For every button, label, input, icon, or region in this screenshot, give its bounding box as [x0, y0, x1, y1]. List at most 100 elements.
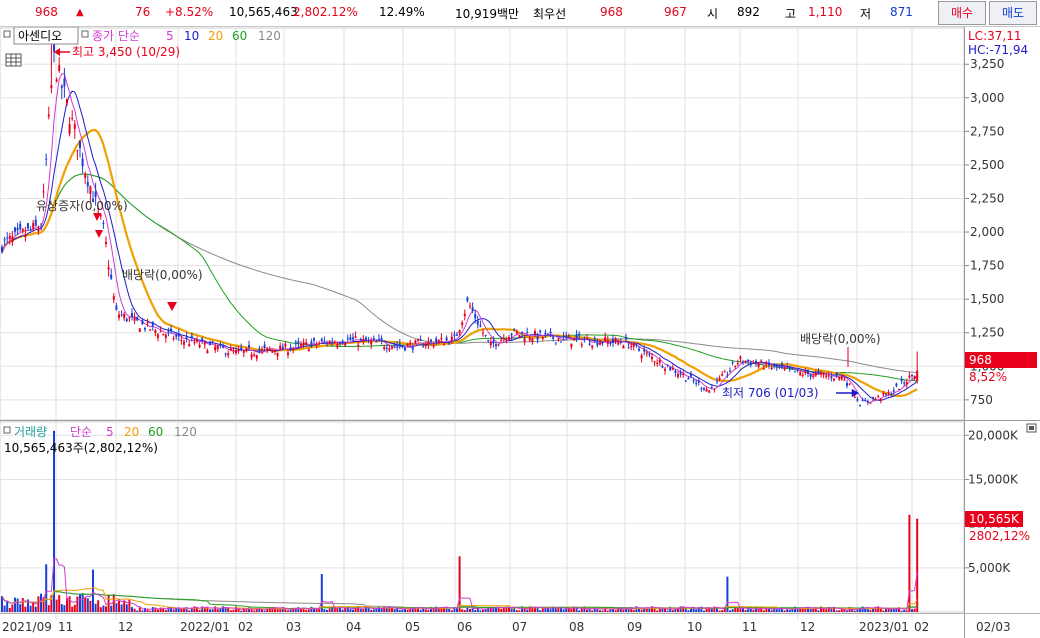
volume-bar — [560, 608, 562, 612]
volume-bar — [656, 610, 659, 612]
candle-body — [864, 399, 867, 401]
volume-bar — [58, 595, 61, 612]
candle-body — [840, 376, 843, 380]
candle-body — [167, 329, 170, 332]
low-price: 871 — [890, 5, 913, 19]
candle-body — [814, 373, 817, 376]
volume-bar — [788, 609, 791, 612]
candle-body — [469, 305, 471, 307]
candle-body — [94, 191, 97, 198]
candle-body — [276, 352, 279, 357]
candle-body — [300, 344, 302, 347]
volume-bar — [479, 610, 482, 612]
candle-body — [357, 344, 360, 347]
x-tick-label: 05 — [405, 620, 420, 634]
min-price-label: 최저 706 (01/03) — [722, 386, 819, 400]
candle-body — [606, 340, 609, 345]
buy-button[interactable]: 매수 — [938, 1, 986, 25]
candle-body — [89, 186, 92, 194]
candle-body — [196, 339, 198, 342]
volume-bar — [34, 606, 37, 612]
candle-body — [367, 339, 370, 341]
candle-body — [76, 149, 79, 151]
volume-bar — [492, 608, 495, 612]
x-tick-label: 03 — [286, 620, 301, 634]
volume-bar — [68, 596, 71, 612]
volume-bar — [110, 605, 113, 612]
candle-body — [19, 223, 22, 230]
volume-bar — [177, 608, 180, 612]
ma20-legend: 20 — [208, 29, 223, 43]
candle-body — [908, 375, 911, 378]
candle-body — [859, 405, 861, 407]
volume-bar — [840, 609, 843, 612]
volume-legend-prefix: 단순 — [70, 425, 92, 439]
candle-body — [294, 342, 297, 344]
candle-body — [528, 337, 531, 341]
candle-body — [848, 383, 851, 385]
candle-body — [632, 342, 635, 347]
grid-table-icon[interactable] — [5, 53, 22, 67]
volume-bar — [216, 609, 219, 612]
candle-body — [219, 344, 222, 346]
volume-bar — [586, 609, 588, 612]
candle-body — [695, 382, 698, 384]
volume-bar — [79, 594, 81, 612]
volume-bar — [614, 610, 617, 612]
candle-body — [684, 380, 687, 382]
candle-body — [648, 354, 651, 356]
volume-bar — [570, 608, 573, 612]
candle-body — [224, 353, 227, 355]
volume-bar — [687, 610, 690, 612]
best-bid: 967 — [664, 5, 687, 19]
volume-bar — [214, 606, 217, 612]
open-price: 892 — [737, 5, 760, 19]
candle-body — [742, 361, 744, 363]
volume-bar — [775, 609, 778, 612]
candle-body — [697, 380, 700, 383]
volume-bar — [60, 604, 63, 612]
candle-body — [42, 191, 45, 193]
candle-body — [799, 372, 802, 376]
volume-bar — [718, 610, 721, 612]
candle-body — [331, 341, 334, 343]
candle-body — [456, 334, 458, 336]
volume-bar — [450, 610, 453, 612]
candle-body — [427, 341, 430, 345]
candle-body — [313, 338, 315, 341]
candle-body — [141, 320, 144, 325]
volume-bar — [578, 610, 581, 612]
candle-body — [846, 383, 848, 386]
candle-body — [107, 267, 110, 270]
volume-bar — [14, 597, 16, 612]
candle-body — [573, 338, 575, 341]
candle-body — [833, 378, 835, 381]
candle-body — [812, 375, 815, 378]
candle-body — [822, 373, 825, 376]
volume-bar — [47, 605, 50, 612]
candle-body — [552, 336, 555, 339]
candle-body — [237, 349, 240, 351]
candle-body — [284, 344, 287, 347]
candle-body — [448, 343, 451, 345]
candle-body — [354, 336, 357, 338]
candle-body — [521, 331, 523, 333]
volume-bar — [253, 610, 256, 612]
candle-body — [258, 348, 261, 352]
sell-button[interactable]: 매도 — [989, 1, 1037, 25]
candle-body — [370, 340, 373, 345]
volume-bar — [427, 609, 430, 612]
volume-bar — [757, 608, 760, 612]
candle-body — [677, 374, 679, 378]
x-tick-label: 06 — [457, 620, 472, 634]
x-axis: 2021/09 11 12 2022/01 02 03 04 05 06 07 08 09 10 11 12… — [0, 613, 1040, 634]
volume-bar — [497, 607, 500, 612]
candle-body — [404, 347, 406, 351]
candle-body — [786, 366, 789, 368]
candle-body — [502, 337, 505, 339]
candle-body — [136, 316, 139, 321]
candle-body — [183, 341, 185, 345]
volume-bar — [133, 608, 136, 612]
candle-body — [643, 349, 646, 352]
x-tick-label: 11 — [742, 620, 757, 634]
